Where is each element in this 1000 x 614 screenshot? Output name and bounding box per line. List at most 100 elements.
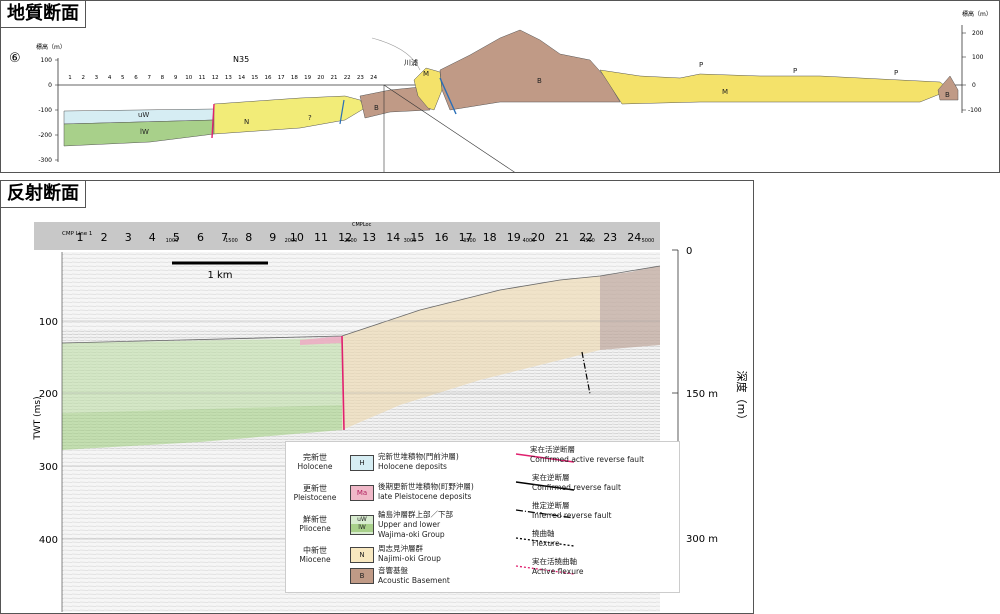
reflection-station-number: 17 xyxy=(459,231,473,244)
left-tick: -300 xyxy=(38,157,52,164)
legend-box-pleistocene: Ma xyxy=(350,485,374,501)
reflection-station-number: 13 xyxy=(362,231,376,244)
left-tick: 0 xyxy=(48,82,52,89)
unit-label-p1: P xyxy=(699,61,703,69)
unit-label-b1: B xyxy=(374,104,379,112)
reflection-station-number: 2 xyxy=(101,231,108,244)
unit-label-b3: B xyxy=(945,91,950,99)
right-tick: 200 xyxy=(972,30,984,37)
geo-station-number: 4 xyxy=(108,75,112,81)
depth-axis-label: 深度（m） xyxy=(735,371,749,426)
left-tick: -100 xyxy=(38,107,52,114)
reflection-station-number: 21 xyxy=(555,231,569,244)
legend-era-miocene: 中新世 Miocene xyxy=(299,546,331,564)
geo-station-number: 8 xyxy=(161,75,165,81)
legend-flexure: 撓曲軸 Flexure xyxy=(532,529,560,548)
geo-station-number: 14 xyxy=(238,75,245,81)
unit-label-lw: lW xyxy=(140,128,149,136)
geo-station-number: 22 xyxy=(344,75,351,81)
geo-station-number: 7 xyxy=(147,75,151,81)
b-layer-main xyxy=(439,29,621,111)
legend-fault-inferred: 推定逆断層 Inferred reverse fault xyxy=(532,501,612,520)
left-elev-ticks: 100 0 -100 -200 -300 xyxy=(38,57,52,164)
legend-active-flexure: 実在活撓曲軸 Active flexure xyxy=(532,557,584,576)
legend-fault-confirmed: 実在逆断層 Confirmed reverse fault xyxy=(532,473,621,492)
legend-box-holocene: H xyxy=(350,455,374,471)
geo-station-number: 21 xyxy=(331,75,338,81)
place-label: 川浦 xyxy=(404,58,418,67)
geo-station-number: 16 xyxy=(265,75,272,81)
elev-label-left: 標高（m） xyxy=(36,43,66,51)
geo-station-numbers: 1 2 3 4 5 6 7 8 9 10 11 12 13 14 15 16 17 18 19 20 21 22 23 24 xyxy=(68,75,377,81)
unit-label-n: N xyxy=(244,118,249,126)
left-tick: 100 xyxy=(41,57,53,64)
unit-label-uw: uW xyxy=(138,111,149,119)
reflection-station-number: 11 xyxy=(314,231,328,244)
legend-unit-holocene: 完新世堆積物(門前沖層) Holocene deposits xyxy=(378,452,459,471)
geo-station-number: 12 xyxy=(212,75,219,81)
geo-station-number: 17 xyxy=(278,75,285,81)
geo-station-number: 23 xyxy=(357,75,364,81)
reflection-station-number: 1 xyxy=(77,231,84,244)
reflection-station-number: 12 xyxy=(338,231,352,244)
unit-label-b2: B xyxy=(537,77,542,85)
depth-tick: 150 m xyxy=(686,389,718,400)
geo-station-number: 24 xyxy=(370,75,377,81)
geo-station-number: 9 xyxy=(174,75,178,81)
depth-tick: 0 xyxy=(686,246,692,257)
reflection-station-number: 20 xyxy=(531,231,545,244)
legend: 完新世 Holocene 更新世 Pleistocene 鮮新世 Pliocene 中… xyxy=(285,441,680,593)
geo-station-number: 3 xyxy=(95,75,99,81)
legend-box-basement: B xyxy=(350,568,374,584)
elev-label-right: 標高（m） xyxy=(962,10,992,18)
reflection-station-number: 24 xyxy=(627,231,641,244)
reflection-station-number: 18 xyxy=(483,231,497,244)
reflection-station-number: 10 xyxy=(290,231,304,244)
overlay-uw xyxy=(62,338,342,413)
lw-layer xyxy=(63,119,215,147)
unit-label-p3: P xyxy=(894,69,898,77)
cmp-loc-label: CMPLoc xyxy=(352,222,372,228)
reflection-station-number: 19 xyxy=(507,231,521,244)
legend-unit-wajima: 輪島沖層群上部／下部 Upper and lower Wajima-oki Grou… xyxy=(378,510,453,539)
reflection-station-number: 14 xyxy=(386,231,400,244)
twt-tick: 200 xyxy=(39,389,58,400)
overlay-b xyxy=(600,266,660,350)
unit-label-p2: P xyxy=(793,67,797,75)
legend-box-wajima: uW lW xyxy=(350,515,374,535)
n-layer xyxy=(213,95,366,135)
twt-tick: 100 xyxy=(39,317,58,328)
geo-station-number: 11 xyxy=(199,75,206,81)
right-tick: -100 xyxy=(968,107,982,114)
reflection-station-number: 16 xyxy=(435,231,449,244)
unit-label-question: ? xyxy=(308,114,312,122)
unit-label-m2: M xyxy=(722,88,728,96)
twt-axis-label: TWT (ms) xyxy=(33,396,43,440)
right-elev-ticks: 200 100 0 -100 xyxy=(968,30,984,114)
left-tick: -200 xyxy=(38,132,52,139)
reflection-station-number: 23 xyxy=(603,231,617,244)
geo-station-number: 2 xyxy=(81,75,85,81)
reflection-station-number: 22 xyxy=(579,231,593,244)
twt-tick: 400 xyxy=(39,535,58,546)
reflection-station-number: 8 xyxy=(245,231,252,244)
geo-station-number: 18 xyxy=(291,75,298,81)
scale-bar-label: 1 km xyxy=(207,270,232,281)
cmp-tick-label: 5000 xyxy=(642,238,655,244)
legend-fault-active: 実在活逆断層 Confirmed active reverse fault xyxy=(530,445,645,464)
reflection-station-number: 3 xyxy=(125,231,132,244)
legend-unit-basement: 音響基盤 Acoustic Basement xyxy=(378,566,450,585)
depth-tick: 300 m xyxy=(686,534,718,545)
geo-station-number: 13 xyxy=(225,75,232,81)
reflection-station-number: 6 xyxy=(197,231,204,244)
geo-station-number: 19 xyxy=(304,75,311,81)
legend-unit-pleistocene: 後期更新世堆積物(町野沖層) late Pleistocene deposits xyxy=(378,482,474,501)
reflection-station-number: 7 xyxy=(221,231,228,244)
geo-station-number: 1 xyxy=(68,75,72,81)
geo-station-number: 20 xyxy=(317,75,324,81)
reflection-station-number: 9 xyxy=(269,231,276,244)
reflection-station-number: 5 xyxy=(173,231,180,244)
geo-station-number: 15 xyxy=(251,75,258,81)
legend-box-najimi: N xyxy=(350,547,374,563)
legend-era-holocene: 完新世 Holocene xyxy=(297,453,333,471)
